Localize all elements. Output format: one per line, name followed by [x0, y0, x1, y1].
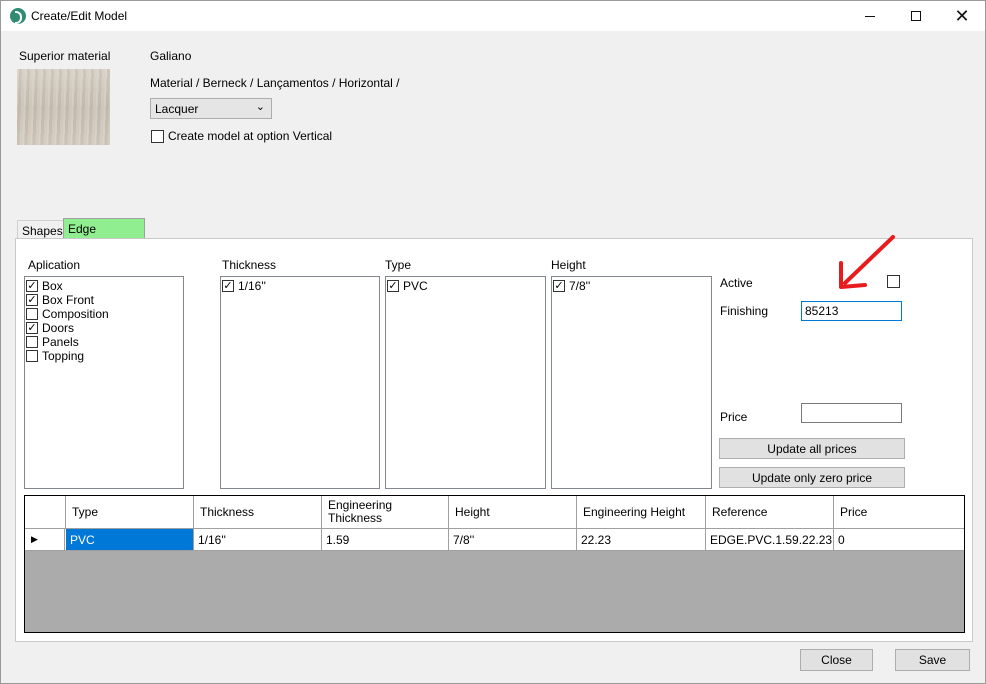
cell-price[interactable]: 0 [834, 529, 964, 550]
type-list: ✓ PVC [385, 276, 546, 489]
material-path: Material / Berneck / Lançamentos / Horiz… [150, 76, 400, 90]
column-header-price[interactable]: Price [834, 496, 964, 528]
thickness-checkbox[interactable]: ✓ [222, 280, 234, 292]
column-header-engineering-thickness[interactable]: Engineering Thickness [322, 496, 449, 528]
list-item[interactable]: Topping [26, 349, 84, 363]
cell-reference[interactable]: EDGE.PVC.1.59.22.23.... [706, 529, 834, 550]
list-item[interactable]: ✓ 7/8'' [553, 279, 590, 293]
save-button[interactable]: Save [895, 649, 970, 671]
update-zero-price-button[interactable]: Update only zero price [719, 467, 905, 488]
superior-material-label: Superior material [19, 49, 111, 63]
row-selector-icon[interactable]: ▶ [25, 529, 65, 550]
finishing-label: Finishing [720, 304, 769, 318]
column-header-engineering-height[interactable]: Engineering Height [577, 496, 706, 528]
minimize-button[interactable] [847, 1, 893, 31]
list-item[interactable]: ✓ 1/16'' [222, 279, 266, 293]
material-name: Galiano [150, 49, 192, 63]
list-item[interactable]: ✓ Doors [26, 321, 74, 335]
aplication-checkbox-doors[interactable]: ✓ [26, 322, 38, 334]
edge-banding-grid[interactable]: Type Thickness Engineering Thickness Hei… [24, 495, 965, 633]
title-bar: Create/Edit Model ✕ [1, 1, 985, 31]
tab-shapes-label: Shapes [22, 224, 63, 238]
finish-combo-value: Lacquer [155, 102, 199, 116]
aplication-label: Aplication [28, 258, 81, 272]
finishing-input[interactable]: 85213 [801, 301, 902, 321]
list-item[interactable]: ✓ Box [26, 279, 63, 293]
app-logo-icon [10, 8, 26, 24]
list-item[interactable]: Composition [26, 307, 109, 321]
grid-header: Type Thickness Engineering Thickness Hei… [25, 496, 964, 529]
cell-thickness[interactable]: 1/16'' [194, 529, 322, 550]
cell-engineering-thickness[interactable]: 1.59 [322, 529, 449, 550]
material-swatch-image [17, 69, 110, 145]
update-all-prices-button[interactable]: Update all prices [719, 438, 905, 459]
height-checkbox[interactable]: ✓ [553, 280, 565, 292]
cell-height[interactable]: 7/8'' [449, 529, 577, 550]
maximize-button[interactable] [893, 1, 939, 31]
finish-combo[interactable]: Lacquer ⌄ [150, 98, 272, 119]
row-header-corner [25, 496, 66, 528]
minimize-icon [865, 15, 875, 17]
column-header-thickness[interactable]: Thickness [194, 496, 322, 528]
price-label: Price [720, 410, 748, 424]
aplication-checkbox-box-front[interactable]: ✓ [26, 294, 38, 306]
aplication-checkbox-box[interactable]: ✓ [26, 280, 38, 292]
create-vertical-checkbox[interactable] [151, 130, 164, 143]
list-item[interactable]: ✓ PVC [387, 279, 428, 293]
table-row[interactable]: ▶ PVC 1/16'' 1.59 7/8'' 22.23 EDGE.PVC.1… [25, 529, 964, 551]
list-item[interactable]: Panels [26, 335, 79, 349]
chevron-down-icon: ⌄ [255, 101, 265, 113]
active-label: Active [720, 276, 753, 290]
price-input[interactable] [801, 403, 902, 423]
close-window-button[interactable]: ✕ [939, 1, 985, 31]
column-header-height[interactable]: Height [449, 496, 577, 528]
column-header-type[interactable]: Type [66, 496, 194, 528]
close-button[interactable]: Close [800, 649, 873, 671]
height-label: Height [551, 258, 586, 272]
create-vertical-label: Create model at option Vertical [168, 129, 333, 143]
thickness-list: ✓ 1/16'' [220, 276, 380, 489]
aplication-checkbox-composition[interactable] [26, 308, 38, 320]
aplication-checkbox-topping[interactable] [26, 350, 38, 362]
window-title: Create/Edit Model [31, 9, 128, 23]
cell-type[interactable]: PVC [66, 529, 194, 550]
aplication-list: ✓ Box ✓ Box Front Composition ✓ Doors Pa… [24, 276, 184, 489]
cell-engineering-height[interactable]: 22.23 [577, 529, 706, 550]
tab-shapes[interactable]: Shapes [17, 220, 64, 240]
thickness-label: Thickness [222, 258, 277, 272]
maximize-icon [911, 11, 921, 21]
tab-edge-banding[interactable]: Edge Banding [63, 218, 145, 250]
height-list: ✓ 7/8'' [551, 276, 712, 489]
list-item[interactable]: ✓ Box Front [26, 293, 94, 307]
dialog-window: Create/Edit Model ✕ Superior material Ga… [0, 0, 986, 684]
type-checkbox[interactable]: ✓ [387, 280, 399, 292]
column-header-reference[interactable]: Reference [706, 496, 834, 528]
red-arrow-annotation [839, 235, 895, 289]
aplication-checkbox-panels[interactable] [26, 336, 38, 348]
close-icon: ✕ [954, 6, 970, 26]
type-label: Type [385, 258, 412, 272]
